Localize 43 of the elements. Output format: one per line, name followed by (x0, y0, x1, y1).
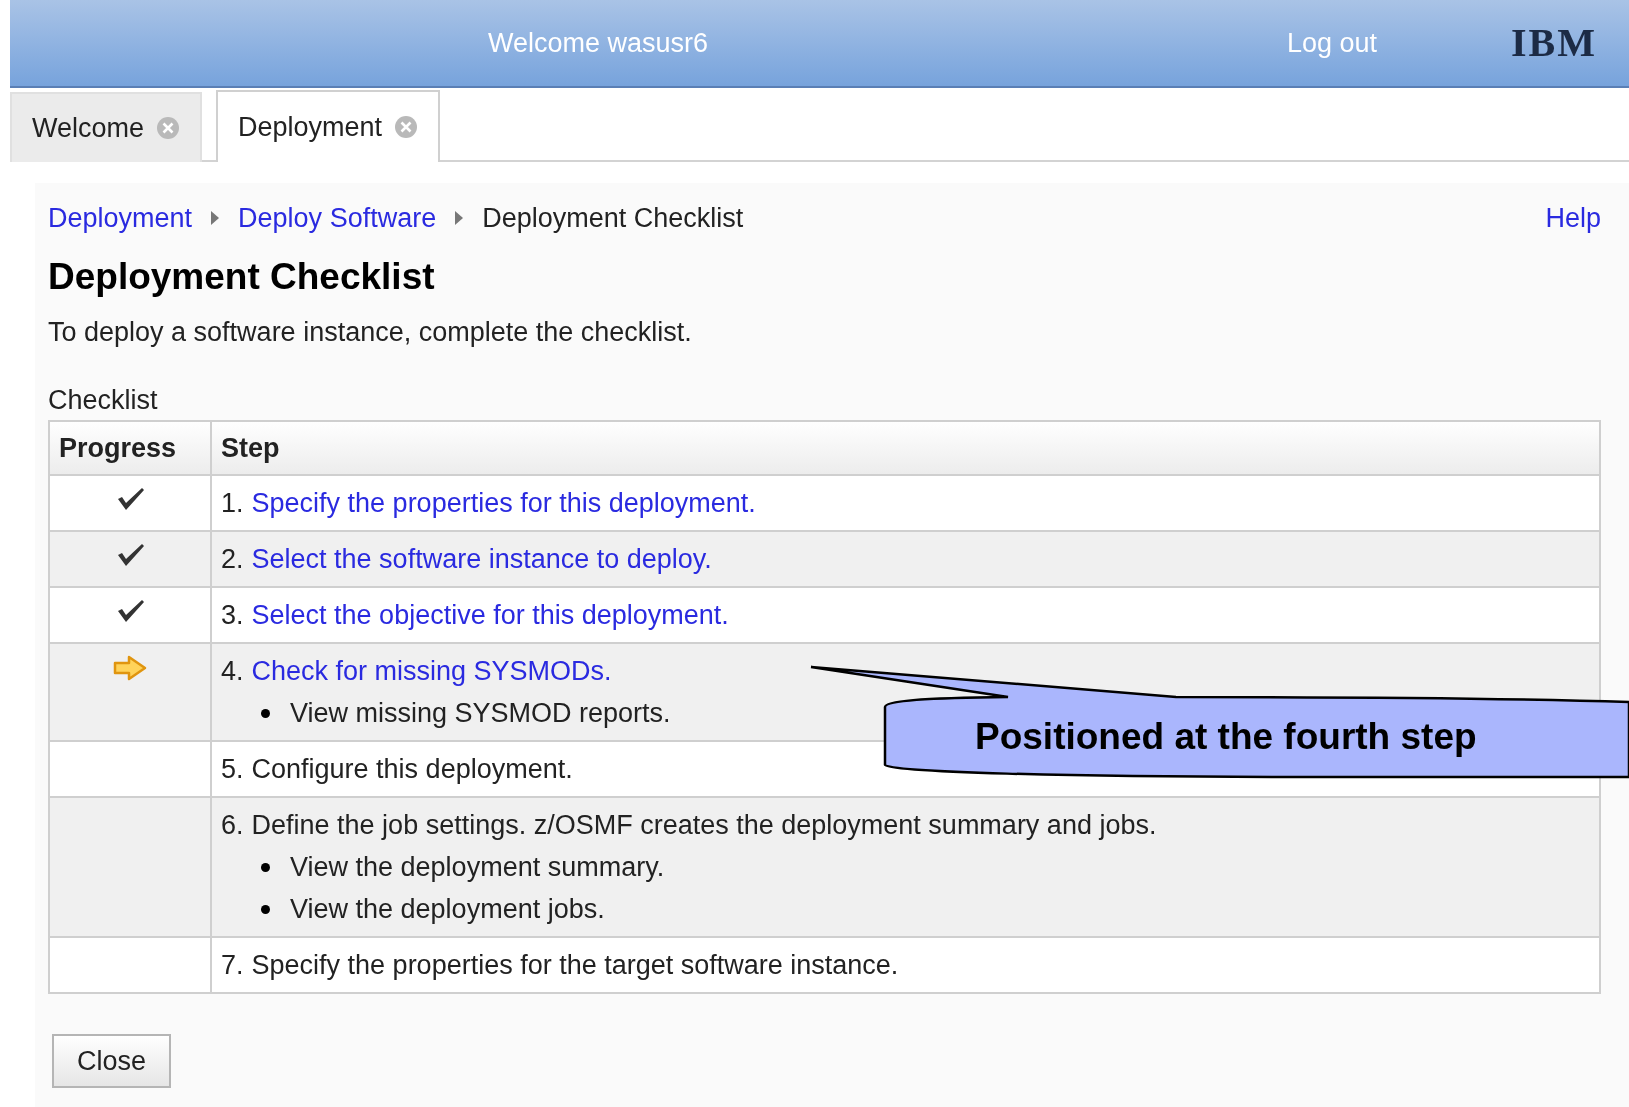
checkmark-icon (115, 486, 145, 512)
step-number: 1. (221, 487, 244, 520)
tab[interactable]: Deployment (216, 90, 441, 162)
close-button[interactable]: Close (52, 1034, 172, 1088)
step-link[interactable]: Specify the properties for this deployment. (251, 486, 756, 520)
breadcrumb-current: Deployment Checklist (482, 201, 744, 235)
sub-step-text: View missing SYSMOD reports. (290, 697, 671, 730)
logo: IBM (1511, 19, 1597, 67)
page-title: Deployment Checklist (48, 255, 436, 299)
step-text: Specify the properties for the target software instance. (251, 949, 899, 982)
caret-icon (454, 210, 465, 226)
breadcrumb-link[interactable]: Deploy Software (238, 197, 437, 239)
sub-step-text: View the deployment summary. (290, 851, 665, 884)
step-number: 7. (221, 949, 244, 982)
step-link[interactable]: Select the objective for this deployment. (251, 598, 729, 632)
close-icon[interactable] (394, 115, 419, 139)
step-text: Configure this deployment. (251, 753, 573, 786)
step-number: 5. (221, 753, 244, 786)
step-number: 6. (221, 809, 244, 842)
step-text: Define the job settings. z/OSMF creates the deployment summary and jobs. (251, 809, 1157, 842)
table-caption: Checklist (48, 384, 158, 417)
arrow-right-icon (112, 654, 148, 682)
checkmark-icon (115, 542, 145, 568)
breadcrumb-link[interactable]: Deployment (48, 197, 193, 239)
bullet-icon (261, 708, 270, 718)
close-icon[interactable] (156, 116, 181, 140)
step-link[interactable]: Select the software instance to deploy. (251, 542, 712, 576)
step-number: 4. (221, 655, 244, 688)
help-link[interactable]: Help (1545, 197, 1601, 239)
step-number: 2. (221, 543, 244, 576)
welcome-text: Welcome wasusr6 (488, 26, 709, 60)
callout-text: Positioned at the fourth step (975, 715, 1477, 759)
step-link[interactable]: Check for missing SYSMODs. (251, 654, 612, 688)
sub-step-text: View the deployment jobs. (290, 893, 605, 926)
tab[interactable]: Welcome (10, 92, 203, 162)
description-text: To deploy a software instance, complete the checklist. (48, 316, 693, 349)
column-header: Progress (49, 421, 211, 475)
column-header: Step (211, 421, 1600, 475)
bullet-icon (261, 904, 270, 914)
bullet-icon (261, 862, 270, 872)
step-number: 3. (221, 599, 244, 632)
checkmark-icon (115, 598, 145, 624)
caret-icon (210, 210, 221, 226)
